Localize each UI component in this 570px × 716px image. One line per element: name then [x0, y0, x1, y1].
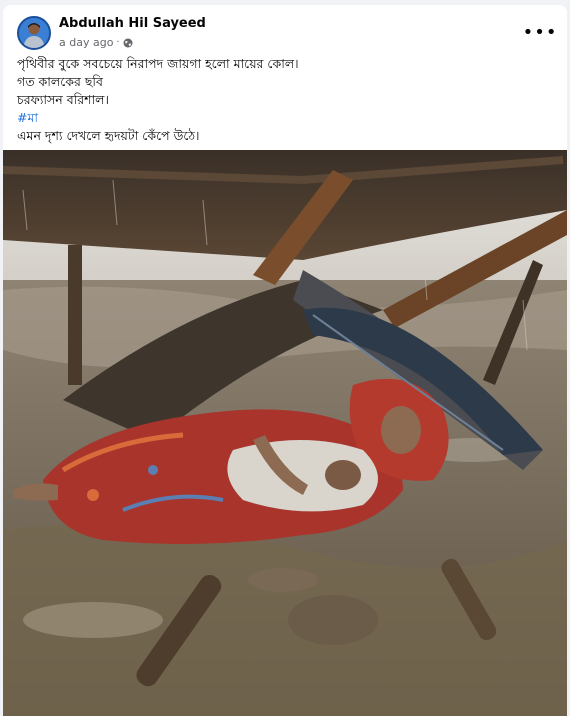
globe-icon[interactable] [123, 38, 133, 48]
hashtag-link[interactable]: #মা [17, 110, 38, 125]
avatar-person-icon [19, 18, 49, 48]
photo-scene [3, 150, 567, 716]
post-text-line: এমন দৃশ্য দেখলে হৃদয়টা কেঁপে উঠে। [17, 128, 200, 143]
post-text-line: চরফ্যাসন বরিশাল। [17, 92, 109, 107]
post-text: পৃথিবীর বুকে সবচেয়ে নিরাপদ জায়গা হলো ম… [17, 55, 553, 145]
post-photo[interactable] [3, 150, 567, 716]
author-avatar[interactable] [17, 16, 51, 50]
post-card: Abdullah Hil Sayeed a day ago · ••• পৃথি… [3, 5, 567, 716]
post-header: Abdullah Hil Sayeed a day ago · ••• [3, 5, 567, 57]
more-options-icon[interactable]: ••• [523, 19, 557, 45]
post-timestamp[interactable]: a day ago [59, 36, 113, 49]
author-name[interactable]: Abdullah Hil Sayeed [59, 16, 206, 31]
post-text-line: গত কালকের ছবি [17, 74, 103, 89]
post-text-line: পৃথিবীর বুকে সবচেয়ে নিরাপদ জায়গা হলো ম… [17, 56, 299, 71]
meta-separator: · [116, 37, 120, 48]
post-meta: a day ago · [59, 36, 133, 49]
